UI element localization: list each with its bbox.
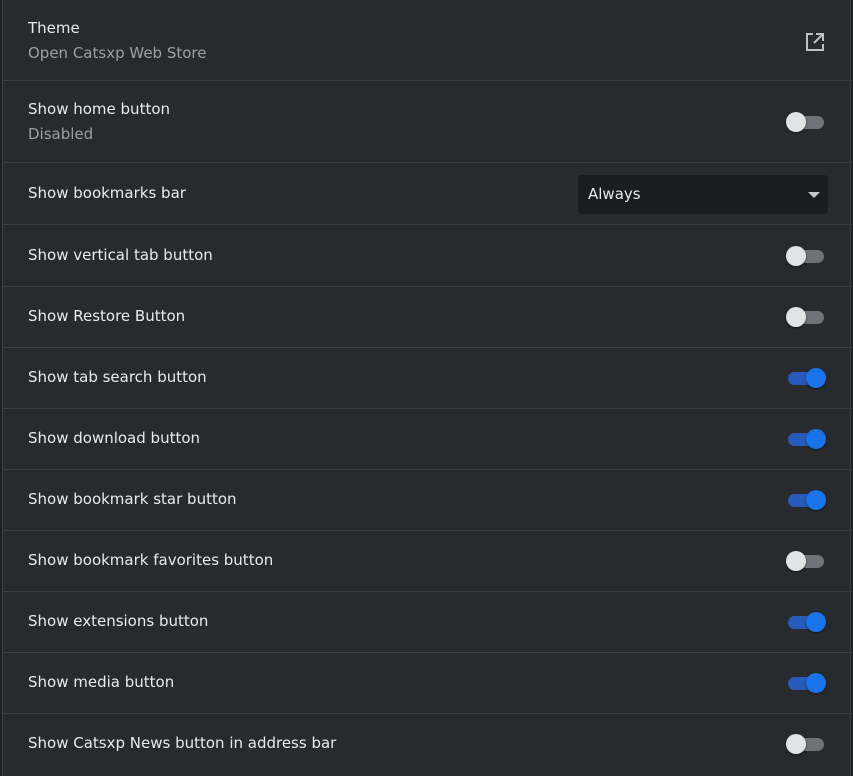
toggle-knob	[786, 551, 806, 571]
bookmarks-bar-select[interactable]: Always	[578, 175, 828, 214]
toggle-row: Show bookmark star button	[3, 470, 852, 531]
toggle-row: Show bookmark favorites button	[3, 531, 852, 592]
bookmarks-bar-label: Show bookmarks bar	[28, 184, 186, 202]
theme-subtitle: Open Catsxp Web Store	[28, 44, 207, 62]
toggle-knob	[786, 734, 806, 754]
download-button-toggle[interactable]	[786, 428, 826, 450]
catsxp-news-button-toggle[interactable]	[786, 733, 824, 755]
toggle-knob	[806, 673, 826, 693]
bookmarks-bar-selected-value: Always	[588, 185, 641, 203]
home-button-status: Disabled	[28, 125, 94, 143]
restore-button-toggle[interactable]	[786, 306, 824, 328]
bookmark-favorites-button-toggle[interactable]	[786, 550, 824, 572]
toggle-knob	[786, 307, 806, 327]
toggle-row-label: Show bookmark star button	[28, 490, 237, 508]
tab-search-button-toggle[interactable]	[786, 367, 826, 389]
media-button-toggle[interactable]	[786, 672, 826, 694]
toggle-row: Show Catsxp News button in address bar	[3, 714, 852, 775]
bookmark-star-button-toggle[interactable]	[786, 489, 826, 511]
toggle-row: Show vertical tab button	[3, 226, 852, 287]
toggle-knob	[786, 246, 806, 266]
home-button-toggle[interactable]	[786, 111, 824, 133]
theme-title: Theme	[28, 19, 80, 37]
toggle-row-label: Show Restore Button	[28, 307, 186, 325]
theme-row[interactable]: Theme Open Catsxp Web Store	[3, 0, 852, 81]
toggle-row: Show extensions button	[3, 592, 852, 653]
chevron-down-icon	[808, 192, 820, 198]
toggle-row-label: Show download button	[28, 429, 201, 447]
vertical-tab-button-toggle[interactable]	[786, 245, 824, 267]
toggle-row-label: Show vertical tab button	[28, 246, 213, 264]
toggle-knob	[806, 490, 826, 510]
toggle-row-label: Show Catsxp News button in address bar	[28, 734, 337, 752]
open-in-new-icon[interactable]	[804, 31, 826, 53]
toggle-row: Show Restore Button	[3, 287, 852, 348]
toggle-row: Show media button	[3, 653, 852, 714]
home-button-row: Show home button Disabled	[3, 82, 852, 163]
appearance-settings-panel: Theme Open Catsxp Web Store Show home bu…	[2, 0, 852, 776]
toggle-knob	[806, 429, 826, 449]
toggle-row-label: Show bookmark favorites button	[28, 551, 274, 569]
toggle-knob	[806, 368, 826, 388]
extensions-button-toggle[interactable]	[786, 611, 826, 633]
bookmarks-bar-row: Show bookmarks bar Always	[3, 164, 852, 225]
home-button-label: Show home button	[28, 100, 171, 118]
toggle-knob	[786, 112, 806, 132]
toggle-row: Show download button	[3, 409, 852, 470]
toggle-row: Show tab search button	[3, 348, 852, 409]
toggle-knob	[806, 612, 826, 632]
toggle-row-label: Show media button	[28, 673, 175, 691]
toggle-row-label: Show tab search button	[28, 368, 207, 386]
toggle-row-label: Show extensions button	[28, 612, 209, 630]
